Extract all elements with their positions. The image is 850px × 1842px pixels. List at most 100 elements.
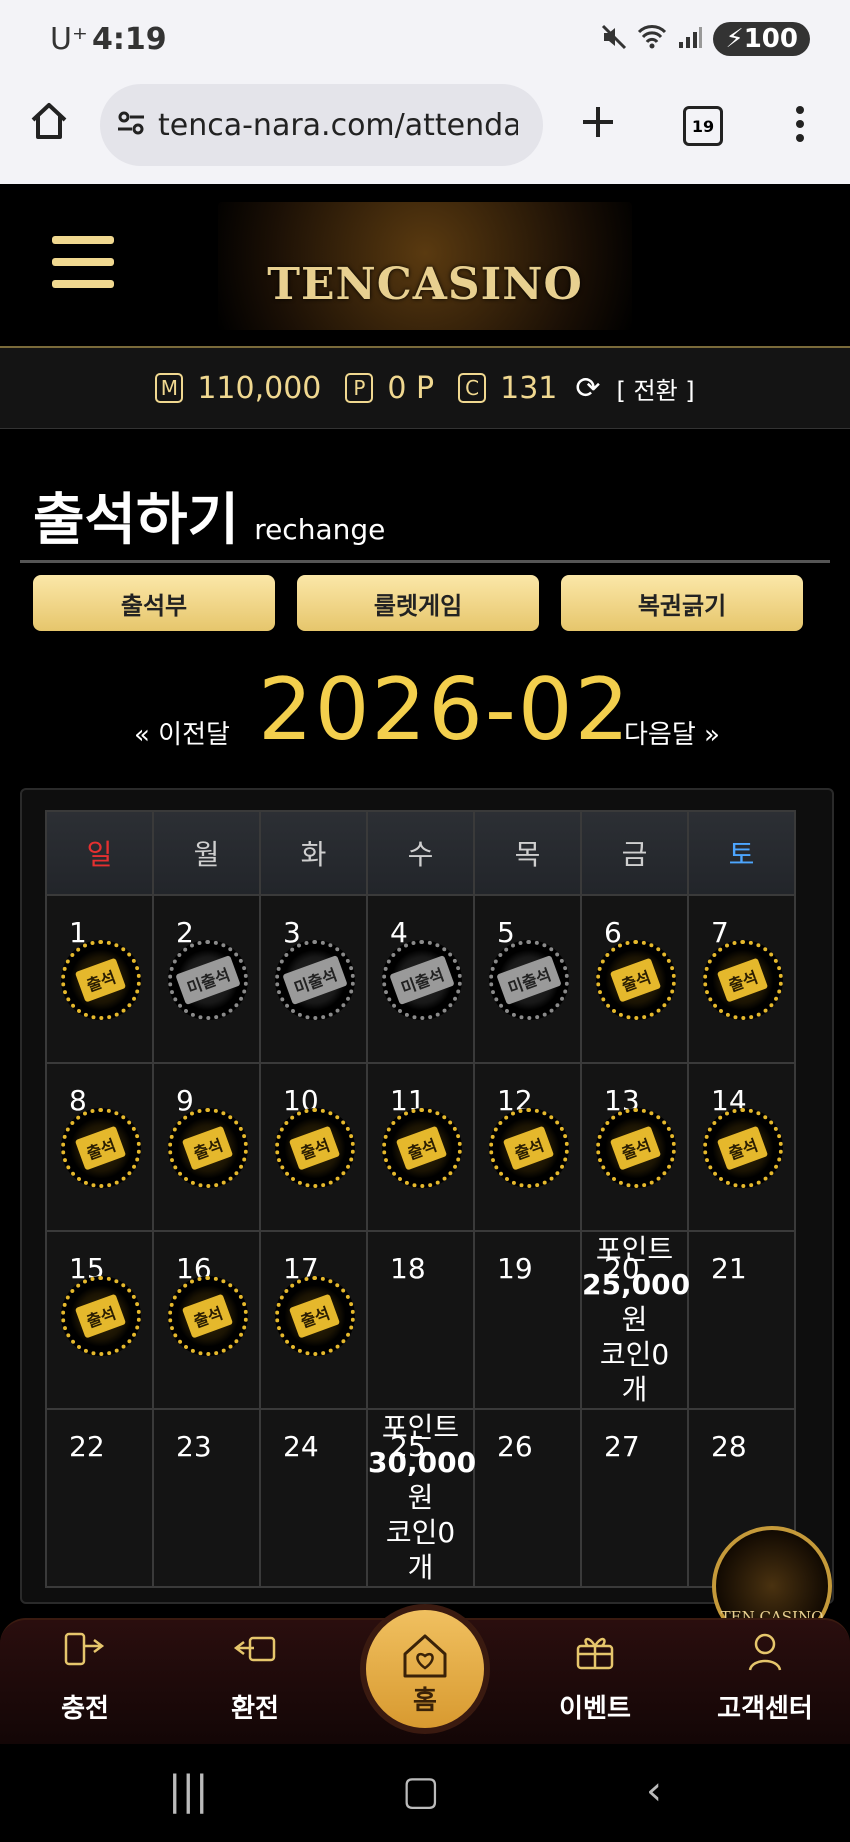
nav-charge[interactable]: 충전 [25,1620,145,1725]
day-number: 28 [711,1430,747,1463]
calendar-day-cell[interactable]: 6 출석 [580,894,689,1064]
coin-balance: 131 [500,370,558,406]
calendar-week-row: 15 출석 16 출석 17 출석 18 19 20 포인트 25,000 원 코인0 개 21 [45,1230,796,1410]
recent-apps-icon[interactable]: ||| [168,1768,208,1814]
page-title: 출석하기 rechange [33,475,385,556]
back-icon[interactable]: ‹ [646,1768,662,1814]
day-number: 22 [69,1430,105,1463]
status-bar: U⁺ 4:19 ⚡100 [0,0,850,80]
calendar-day-cell[interactable]: 14 출석 [687,1062,796,1232]
day-number: 21 [711,1252,747,1285]
weekday-header-row: 일월화수목금토 [45,810,796,896]
attendance-button[interactable]: 출석부 [33,575,275,631]
calendar-day-cell[interactable]: 15 출석 [45,1230,154,1410]
calendar-day-cell[interactable]: 1 출석 [45,894,154,1064]
more-menu-icon[interactable] [792,104,808,148]
calendar-day-cell[interactable]: 21 [687,1230,796,1410]
nav-home-button[interactable]: 홈 [360,1604,490,1734]
day-number: 27 [604,1430,640,1463]
calendar-day-cell[interactable]: 18 [366,1230,475,1410]
day-number: 19 [497,1252,533,1285]
site-settings-icon[interactable] [116,108,146,142]
coin-icon: C [458,373,487,403]
stamp-label: 출석 [503,1125,555,1171]
absent-stamp-icon: 미출석 [489,940,569,1020]
absent-stamp-icon: 미출석 [382,940,462,1020]
money-balance: 110,000 [197,370,322,406]
weekday-header: 월 [152,810,261,896]
attended-stamp-icon: 출석 [703,940,783,1020]
day-number: 24 [283,1430,319,1463]
site-logo[interactable]: TENCASINO [218,202,632,330]
calendar-day-cell[interactable]: 19 [473,1230,582,1410]
page-title-sub: rechange [254,513,386,546]
calendar-day-cell[interactable]: 13 출석 [580,1062,689,1232]
calendar-day-cell[interactable]: 7 출석 [687,894,796,1064]
weekday-header: 수 [366,810,475,896]
prev-month-link[interactable]: « 이전달 [134,714,230,751]
calendar-day-cell[interactable]: 23 [152,1408,261,1588]
tab-switcher-button[interactable]: 19 [683,106,723,146]
refresh-icon[interactable]: ⟳ [575,371,600,406]
attended-stamp-icon: 출석 [703,1108,783,1188]
calendar-day-cell[interactable]: 24 [259,1408,368,1588]
reward-line: 코인0 [599,1338,670,1371]
stamp-label: 출석 [182,1125,234,1171]
hamburger-menu-icon[interactable] [52,236,114,292]
calendar-week-row: 1 출석 2 미출석 3 미출석 4 미출석 5 미출석 6 출석 7 출석 [45,894,796,1064]
stamp-label: 출석 [75,1293,127,1339]
calendar-day-cell[interactable]: 17 출석 [259,1230,368,1410]
day-number: 18 [390,1252,426,1285]
reward-line: 포인트 [595,1233,674,1266]
point-icon: P [345,373,374,403]
reward-line: 개 [621,1373,648,1406]
calendar-day-cell[interactable]: 11 출석 [366,1062,475,1232]
roulette-button[interactable]: 룰렛게임 [297,575,539,631]
day-number: 23 [176,1430,212,1463]
nav-event[interactable]: 이벤트 [535,1620,655,1725]
attended-stamp-icon: 출석 [596,1108,676,1188]
calendar-week-row: 22 23 24 25 포인트 30,000 원 코인0 개 26 27 28 [45,1408,796,1588]
calendar-day-cell[interactable]: 25 포인트 30,000 원 코인0 개 [366,1408,476,1588]
attended-stamp-icon: 출석 [489,1108,569,1188]
nav-exchange[interactable]: 환전 [195,1620,315,1725]
calendar-day-cell[interactable]: 27 [580,1408,689,1588]
stamp-label: 출석 [396,1125,448,1171]
attendance-calendar: 일월화수목금토 1 출석 2 미출석 3 미출석 4 미출석 5 미출석 6 출석 7 출석 8 출석 9 출석 1… [45,810,796,1588]
next-month-link[interactable]: 다음달 » [624,714,720,751]
url-bar[interactable]: tenca-nara.com/attenda [100,84,543,166]
calendar-day-cell[interactable]: 4 미출석 [366,894,475,1064]
nav-exchange-label: 환전 [231,1694,279,1724]
home-system-icon[interactable]: ▢ [402,1768,440,1814]
calendar-day-cell[interactable]: 20 포인트 25,000 원 코인0 개 [580,1230,690,1410]
calendar-day-cell[interactable]: 16 출석 [152,1230,261,1410]
site-header: TENCASINO [0,184,850,348]
calendar-day-cell[interactable]: 22 [45,1408,154,1588]
calendar-day-cell[interactable]: 2 미출석 [152,894,261,1064]
swap-button[interactable]: [ 전환 ] [617,371,695,406]
url-text[interactable]: tenca-nara.com/attenda [158,108,518,143]
lottery-button[interactable]: 복권긁기 [561,575,803,631]
title-divider [20,560,830,563]
stamp-label: 출석 [182,1293,234,1339]
current-month: 2026-02 [258,660,632,760]
month-navigation: « 이전달 2026-02 다음달 » [0,660,850,760]
absent-stamp-icon: 미출석 [168,940,248,1020]
calendar-day-cell[interactable]: 8 출석 [45,1062,154,1232]
attended-stamp-icon: 출석 [61,1276,141,1356]
calendar-day-cell[interactable]: 9 출석 [152,1062,261,1232]
calendar-day-cell[interactable]: 10 출석 [259,1062,368,1232]
home-icon[interactable] [28,100,70,146]
reward-line: 원 [407,1481,434,1514]
clock: 4:19 [92,22,167,57]
new-tab-icon[interactable] [580,104,616,144]
calendar-day-cell[interactable]: 3 미출석 [259,894,368,1064]
home-heart-icon [366,1630,484,1680]
battery-indicator: ⚡100 [713,22,810,56]
attended-stamp-icon: 출석 [596,940,676,1020]
stamp-label: 출석 [75,1125,127,1171]
calendar-day-cell[interactable]: 12 출석 [473,1062,582,1232]
nav-support[interactable]: 고객센터 [705,1620,825,1725]
calendar-day-cell[interactable]: 26 [473,1408,582,1588]
calendar-day-cell[interactable]: 5 미출석 [473,894,582,1064]
